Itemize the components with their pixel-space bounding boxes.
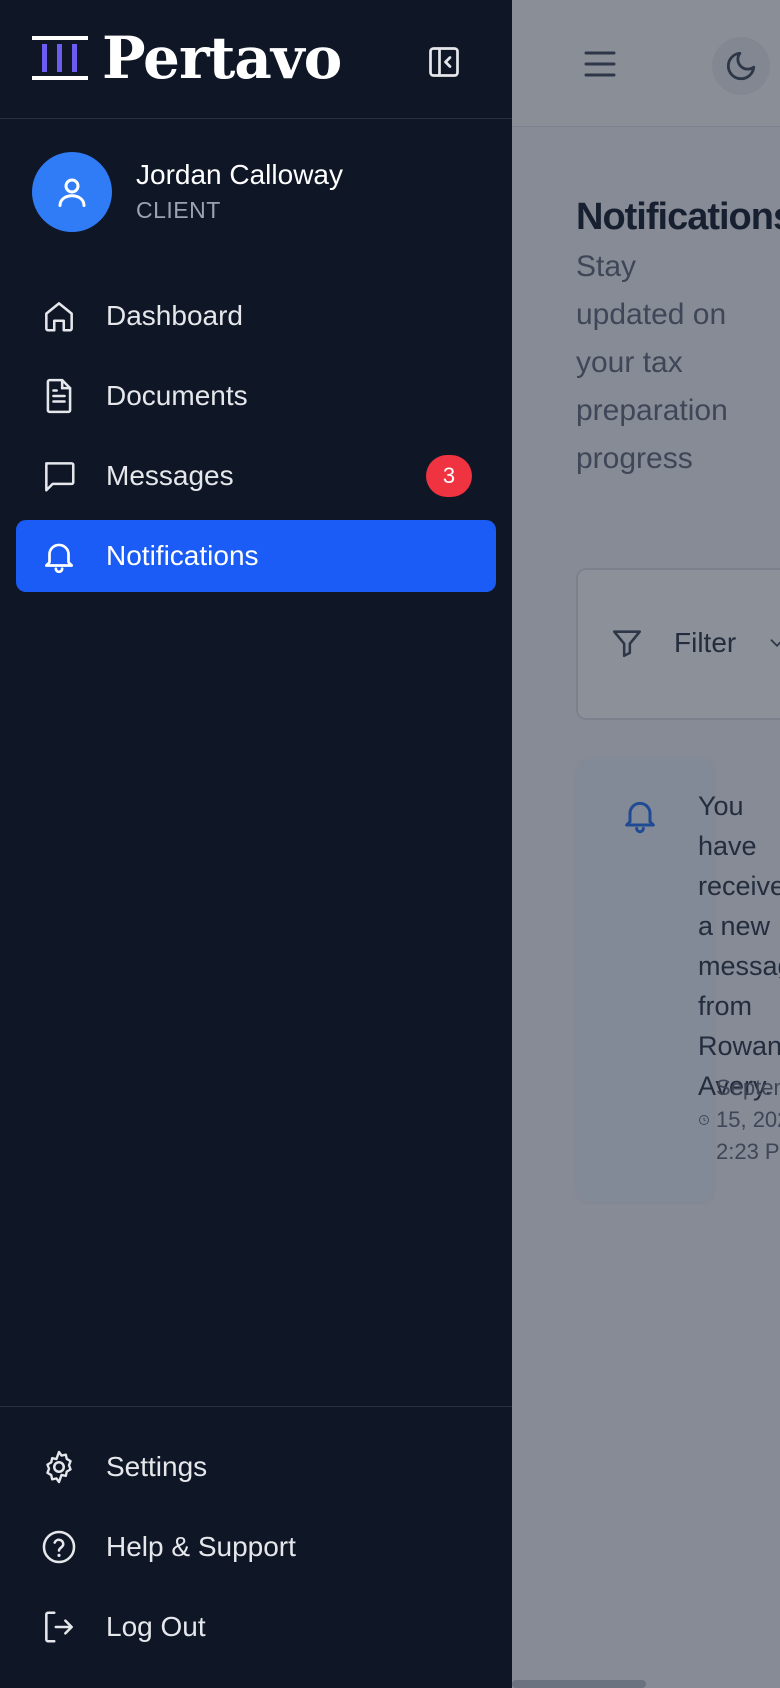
profile-text: Jordan Calloway CLIENT xyxy=(136,158,343,226)
sidebar-item-label: Dashboard xyxy=(106,300,243,331)
sidebar-item-label: Settings xyxy=(106,1451,208,1482)
sidebar-item-documents[interactable]: Documents xyxy=(16,360,496,432)
unread-count-badge: 3 xyxy=(426,455,472,497)
sidebar-item-label: Messages xyxy=(106,460,234,491)
sidebar-item-notifications[interactable]: Notifications xyxy=(16,520,496,592)
sidebar-item-label: Help & Support xyxy=(106,1531,296,1562)
file-text-icon xyxy=(40,377,78,415)
sidebar-item-dashboard[interactable]: Dashboard xyxy=(16,280,496,352)
help-circle-icon xyxy=(40,1528,78,1566)
gear-icon xyxy=(40,1448,78,1486)
profile-role: CLIENT xyxy=(136,197,221,223)
sidebar-item-logout[interactable]: Log Out xyxy=(16,1591,496,1663)
user-profile[interactable]: Jordan Calloway CLIENT xyxy=(32,152,343,232)
message-square-icon xyxy=(40,457,78,495)
sidebar: Pertavo Jordan Calloway CLIENT Dashboard… xyxy=(0,0,512,1688)
pillars-logo-icon xyxy=(32,36,88,80)
panel-collapse-icon xyxy=(429,47,459,77)
sidebar-footer-nav: Settings Help & Support Log Out xyxy=(16,1431,496,1671)
collapse-sidebar-button[interactable] xyxy=(420,38,468,86)
sidebar-item-label: Documents xyxy=(106,380,248,411)
user-icon xyxy=(58,178,86,207)
log-out-icon xyxy=(40,1608,78,1646)
profile-name: Jordan Calloway xyxy=(136,159,343,190)
brand-logo[interactable]: Pertavo xyxy=(32,24,342,92)
sidebar-item-settings[interactable]: Settings xyxy=(16,1431,496,1503)
sidebar-item-messages[interactable]: Messages 3 xyxy=(16,440,496,512)
sidebar-item-label: Log Out xyxy=(106,1611,206,1642)
brand-name: Pertavo xyxy=(102,24,342,92)
home-icon xyxy=(40,297,78,335)
sidebar-header: Pertavo xyxy=(0,0,512,119)
avatar xyxy=(32,152,112,232)
bell-icon xyxy=(40,537,78,575)
sidebar-footer: Settings Help & Support Log Out xyxy=(0,1406,512,1688)
sidebar-item-label: Notifications xyxy=(106,540,259,571)
horizontal-scrollbar[interactable] xyxy=(512,1680,646,1688)
sidebar-item-help[interactable]: Help & Support xyxy=(16,1511,496,1583)
sidebar-nav: Dashboard Documents Messages 3 Notificat… xyxy=(16,280,496,600)
